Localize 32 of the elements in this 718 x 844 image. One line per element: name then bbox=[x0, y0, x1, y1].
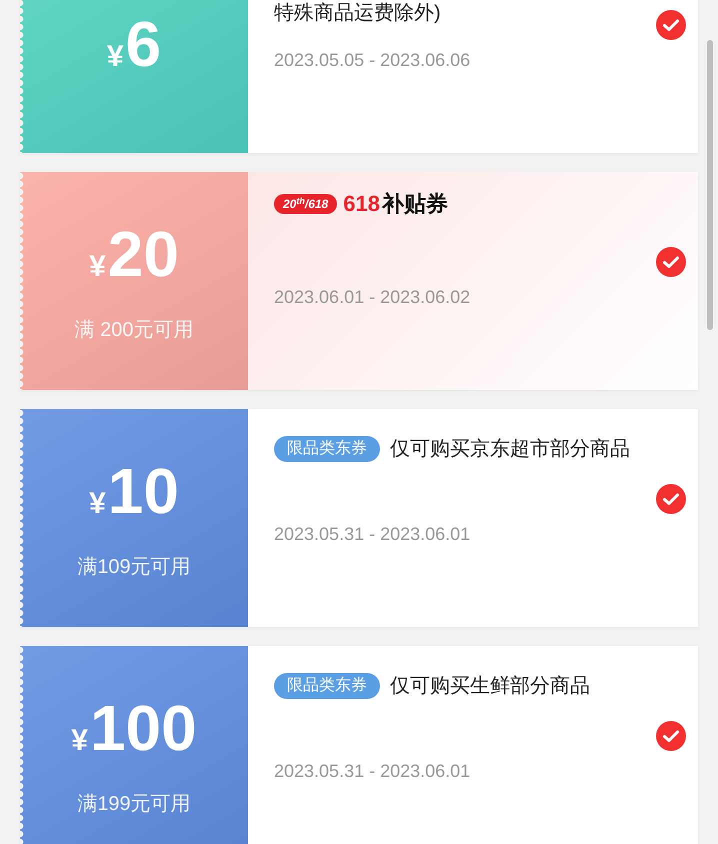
checkmark-icon[interactable] bbox=[656, 484, 686, 514]
currency-symbol: ¥ bbox=[71, 723, 88, 759]
coupon-card[interactable]: ¥100 满199元可用 限品类东券 仅可购买生鲜部分商品 2023.05.31 - 2023.06.01 bbox=[20, 646, 698, 844]
coupon-card[interactable]: ¥20 满 200元可用 20$^{th}$/618 618补贴券 2023.06.01 - 2023.06.02 bbox=[20, 172, 698, 390]
coupon-description: 限品类东券 仅可购买生鲜部分商品 bbox=[274, 667, 656, 705]
coupon-card[interactable]: ¥6 特殊商品运费除外) 2023.05.05 - 2023.06.06 bbox=[20, 0, 698, 153]
coupon-description: 特殊商品运费除外) bbox=[274, 2, 441, 24]
checkmark-icon[interactable] bbox=[656, 721, 686, 751]
coupon-amount: 6 bbox=[126, 8, 162, 80]
coupon-title: 补贴券 bbox=[382, 190, 448, 218]
coupon-amount: 100 bbox=[90, 692, 197, 764]
event-badge: 20$^{th}$/618 bbox=[274, 194, 338, 214]
scrollbar[interactable] bbox=[707, 40, 713, 330]
usage-condition: 满199元可用 bbox=[77, 792, 191, 817]
coupon-description: 限品类东券 仅可购买京东超市部分商品 bbox=[274, 430, 656, 468]
category-tag: 限品类东券 bbox=[274, 436, 380, 462]
usage-condition: 满109元可用 bbox=[77, 555, 191, 580]
coupon-card[interactable]: ¥10 满109元可用 限品类东券 仅可购买京东超市部分商品 2023.05.31 - 2023.06.01 bbox=[20, 409, 698, 627]
checkmark-icon[interactable] bbox=[656, 10, 686, 40]
checkmark-icon[interactable] bbox=[656, 247, 686, 277]
usage-condition: 满 200元可用 bbox=[74, 318, 194, 343]
coupon-amount: 10 bbox=[108, 455, 179, 527]
validity-dates: 2023.05.31 - 2023.06.01 bbox=[274, 523, 472, 546]
currency-symbol: ¥ bbox=[89, 249, 106, 285]
validity-dates: 2023.05.31 - 2023.06.01 bbox=[274, 760, 472, 783]
currency-symbol: ¥ bbox=[106, 39, 124, 75]
validity-dates: 2023.06.01 - 2023.06.02 bbox=[274, 286, 472, 309]
validity-dates: 2023.05.05 - 2023.06.06 bbox=[274, 49, 472, 72]
category-tag: 限品类东券 bbox=[274, 673, 380, 699]
promo-number: 618 bbox=[343, 190, 380, 218]
currency-symbol: ¥ bbox=[89, 486, 106, 522]
coupon-amount: 20 bbox=[108, 218, 179, 290]
